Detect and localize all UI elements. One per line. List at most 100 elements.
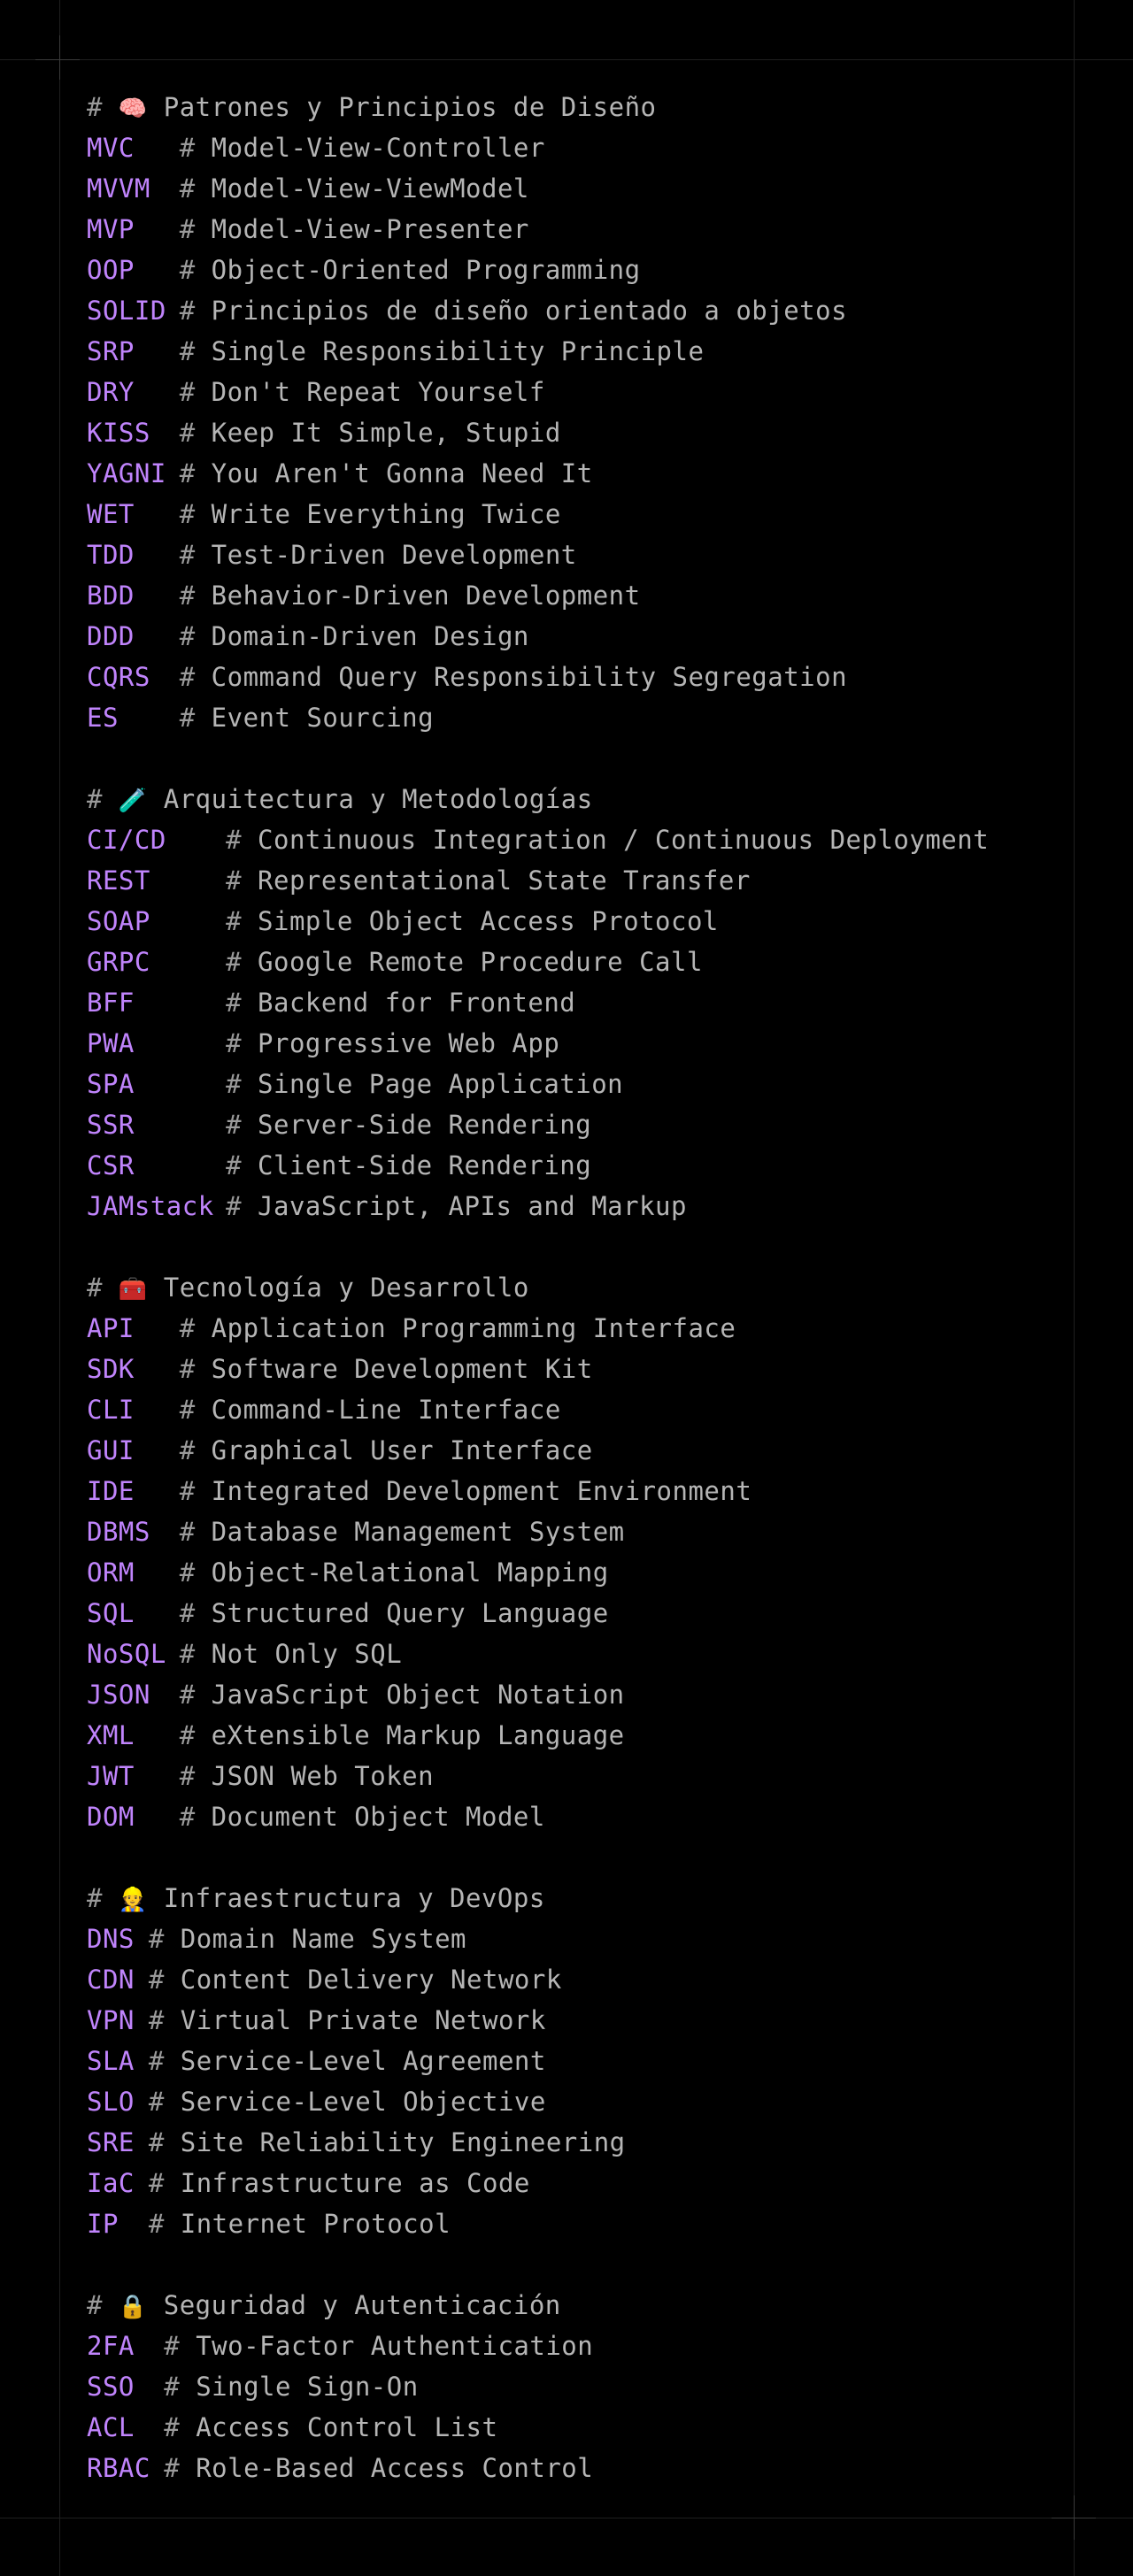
list-item: IP # Internet Protocol	[87, 2203, 1114, 2244]
comment-marker: #	[148, 2046, 181, 2076]
frame-top-line	[0, 59, 1133, 60]
section-heading: # 👷 Infraestructura y DevOps	[87, 1878, 1114, 1919]
list-item: SSO # Single Sign-On	[87, 2366, 1114, 2407]
comment-marker: #	[164, 2412, 197, 2442]
section: # 🧪 Arquitectura y Metodologías CI/CD # Co…	[87, 779, 1114, 1226]
list-item: WET # Write Everything Twice	[87, 494, 1114, 534]
abbreviation-description: Object-Relational Mapping	[211, 1557, 609, 1588]
abbreviation: NoSQL	[87, 1639, 166, 1669]
abbreviation-description: Virtual Private Network	[180, 2005, 546, 2035]
abbreviation-description: Test-Driven Development	[211, 540, 577, 570]
abbreviation: JWT	[87, 1761, 135, 1791]
list-item: VPN # Virtual Private Network	[87, 2000, 1114, 2041]
list-item: SPA # Single Page Application	[87, 1064, 1114, 1104]
abbreviation: GRPC	[87, 947, 150, 977]
abbreviation-description: Graphical User Interface	[211, 1435, 593, 1465]
list-item: RBAC # Role-Based Access Control	[87, 2448, 1114, 2488]
list-item: SRE # Site Reliability Engineering	[87, 2122, 1114, 2163]
abbreviation: SRP	[87, 336, 135, 366]
abbreviation: API	[87, 1313, 135, 1343]
abbreviation: IP	[87, 2209, 119, 2239]
list-item: API # Application Programming Interface	[87, 1308, 1114, 1349]
abbreviation: KISS	[87, 418, 150, 448]
list-item: CQRS # Command Query Responsibility Segre…	[87, 657, 1114, 697]
section-title: Arquitectura y Metodologías	[163, 784, 593, 814]
comment-marker: #	[179, 296, 212, 326]
abbreviation-description: Application Programming Interface	[211, 1313, 736, 1343]
brain-icon: 🧠	[118, 96, 148, 122]
abbreviation-description: Infrastructure as Code	[180, 2168, 530, 2198]
comment-marker: #	[226, 1150, 258, 1180]
comment-marker: #	[179, 336, 212, 366]
abbreviation-description: Backend for Frontend	[258, 988, 576, 1018]
comment-marker: #	[179, 1354, 212, 1384]
list-item: SSR # Server-Side Rendering	[87, 1104, 1114, 1145]
section-title: Infraestructura y DevOps	[163, 1883, 545, 1913]
comment-marker: #	[226, 988, 258, 1018]
comment-marker: #	[226, 865, 258, 896]
comment-marker: #	[164, 2372, 197, 2402]
list-item: JAMstack # JavaScript, APIs and Markup	[87, 1186, 1114, 1226]
comment-marker: #	[179, 1720, 212, 1750]
abbreviation-description: JavaScript Object Notation	[211, 1680, 625, 1710]
comment-marker: #	[179, 499, 212, 529]
list-item: MVVM # Model-View-ViewModel	[87, 168, 1114, 209]
abbreviation: CDN	[87, 1965, 135, 1995]
abbreviation-description: Internet Protocol	[180, 2209, 451, 2239]
comment-marker: #	[179, 621, 212, 651]
abbreviation-description: Domain Name System	[180, 1924, 467, 1954]
comment-marker: #	[179, 1557, 212, 1588]
abbreviation: DDD	[87, 621, 135, 651]
list-item: CDN # Content Delivery Network	[87, 1959, 1114, 2000]
abbreviation-description: Representational State Transfer	[258, 865, 751, 896]
section-heading: # 🧠 Patrones y Principios de Diseño	[87, 87, 1114, 127]
abbreviation-description: You Aren't Gonna Need It	[211, 458, 593, 488]
list-item: SLO # Service-Level Objective	[87, 2081, 1114, 2122]
abbreviation: SDK	[87, 1354, 135, 1384]
abbreviation: SRE	[87, 2127, 135, 2157]
list-item: MVC # Model-View-Controller	[87, 127, 1114, 168]
abbreviation-description: eXtensible Markup Language	[211, 1720, 625, 1750]
comment-marker: #	[148, 1924, 181, 1954]
abbreviation-description: Write Everything Twice	[211, 499, 561, 529]
abbreviation: RBAC	[87, 2453, 150, 2483]
abbreviation-description: Site Reliability Engineering	[180, 2127, 626, 2157]
comment-marker: #	[179, 540, 212, 570]
list-item: TDD # Test-Driven Development	[87, 534, 1114, 575]
comment-marker: #	[148, 2168, 181, 2198]
abbreviation-description: Service-Level Objective	[180, 2087, 546, 2117]
list-item: DBMS # Database Management System	[87, 1511, 1114, 1552]
comment-marker: #	[226, 1069, 258, 1099]
comment-marker: #	[179, 255, 212, 285]
comment-marker: #	[179, 458, 212, 488]
abbreviation-description: Single Page Application	[258, 1069, 624, 1099]
abbreviation: PWA	[87, 1028, 135, 1058]
comment-marker: #	[148, 2127, 181, 2157]
abbreviation-description: Two-Factor Authentication	[196, 2331, 594, 2361]
comment-marker: #	[179, 1313, 212, 1343]
list-item: REST # Representational State Transfer	[87, 860, 1114, 901]
list-item: CI/CD # Continuous Integration / Continuo…	[87, 819, 1114, 860]
abbreviation-description: Not Only SQL	[211, 1639, 403, 1669]
abbreviation: CQRS	[87, 662, 150, 692]
comment-marker: #	[226, 1028, 258, 1058]
abbreviation-description: Command Query Responsibility Segregation	[211, 662, 848, 692]
comment-marker: #	[87, 2290, 119, 2320]
abbreviation-description: JavaScript, APIs and Markup	[258, 1191, 687, 1221]
abbreviation: IDE	[87, 1476, 135, 1506]
abbreviation: TDD	[87, 540, 135, 570]
abbreviation: 2FA	[87, 2331, 135, 2361]
comment-marker: #	[179, 214, 212, 244]
list-item: DNS # Domain Name System	[87, 1919, 1114, 1959]
comment-marker: #	[226, 947, 258, 977]
abbreviation-description: Document Object Model	[211, 1802, 545, 1832]
abbreviation: JAMstack	[87, 1191, 214, 1221]
corner-crosshair-icon	[35, 59, 80, 60]
list-item: ORM # Object-Relational Mapping	[87, 1552, 1114, 1593]
abbreviation-description: Command-Line Interface	[211, 1395, 561, 1425]
section-heading: # 🧪 Arquitectura y Metodologías	[87, 779, 1114, 819]
comment-marker: #	[148, 2005, 181, 2035]
abbreviation-description: Software Development Kit	[211, 1354, 593, 1384]
abbreviation: SOAP	[87, 906, 150, 936]
abbreviation-description: Google Remote Procedure Call	[258, 947, 703, 977]
